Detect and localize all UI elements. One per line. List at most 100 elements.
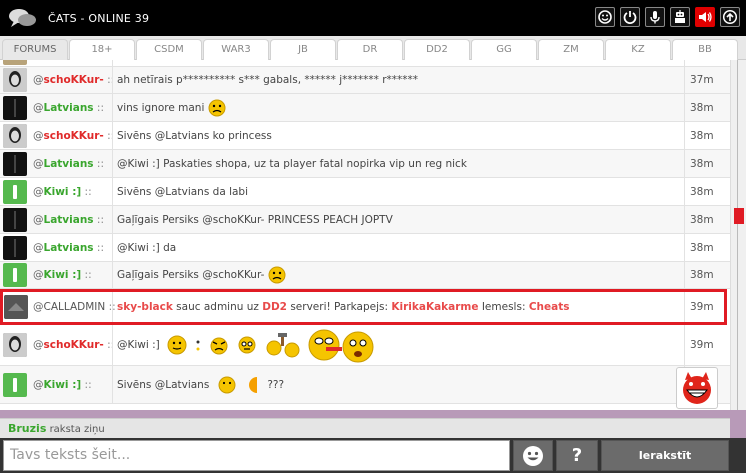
table-row: @Latvians :: @Kiwi :] Paskaties shopa, u… [0, 150, 730, 178]
scroll-thumb[interactable] [734, 208, 744, 224]
username: schoKKur- [43, 129, 104, 142]
avatar[interactable] [3, 263, 27, 287]
table-row: @Kiwi :] :: Sivēns @Latvians ??? [0, 366, 730, 404]
message-time: 39m [690, 301, 714, 313]
table-row: @Kiwi :] :: Gaļīgais Persiks @schoKKur- … [0, 262, 730, 289]
tab-kz[interactable]: KZ [605, 39, 671, 60]
avatar[interactable] [3, 179, 27, 204]
top-bar: ČATS - ONLINE 39 [0, 0, 746, 36]
avatar[interactable] [3, 123, 27, 148]
smiley-icon [523, 445, 543, 466]
username: Latvians [43, 213, 94, 226]
avatar[interactable] [3, 60, 27, 65]
tab-dd2[interactable]: DD2 [404, 39, 470, 60]
message-time: 38m [690, 185, 714, 198]
message-text: Sivēns @Latvians ko princess [117, 129, 272, 142]
help-button[interactable]: ? [556, 440, 598, 471]
message-text: sky-black sauc adminu uz DD2 serveri! Pa… [117, 301, 570, 313]
typing-indicator: Bruzis raksta ziņu [0, 418, 730, 438]
robot-icon[interactable] [670, 7, 690, 27]
volume-icon[interactable] [695, 7, 715, 27]
sad-smiley-icon [268, 266, 286, 284]
message-list[interactable]: @schoKKur- :: ah netīrais p********** s*… [0, 60, 730, 410]
laughing-smiley-icon [308, 329, 374, 363]
message-text: ah netīrais p********** s*** gabals, ***… [117, 74, 419, 86]
username: Latvians [43, 157, 94, 170]
input-bar: Tavs teksts šeit... ? Ierakstīt [0, 438, 746, 473]
message-time: 38m [690, 269, 714, 281]
typing-label: raksta ziņu [49, 424, 105, 435]
table-row [0, 60, 730, 67]
username: schoKKur- [43, 339, 104, 351]
username: schoKKur- [43, 74, 104, 86]
tab-jb[interactable]: JB [270, 39, 336, 60]
avatar[interactable] [4, 295, 28, 319]
dots-icon [196, 340, 200, 351]
message-text: @Kiwi :] da [117, 241, 177, 254]
sad-smiley-icon [208, 99, 226, 116]
chat-title: ČATS - ONLINE 39 [48, 11, 150, 25]
grumpy-smiley-icon [238, 336, 256, 354]
smiley-icon[interactable] [595, 7, 615, 27]
channel-tabs: FORUMS 18+ CSDM WAR3 JB DR DD2 GG ZM KZ … [0, 36, 746, 60]
message-text: vins ignore mani [117, 101, 205, 114]
table-row: @Latvians :: vins ignore mani 38m [0, 94, 730, 122]
power-icon[interactable] [620, 7, 640, 27]
message-input[interactable]: Tavs teksts šeit... [3, 440, 510, 471]
message-text: Gaļīgais Persiks @schoKKur- [117, 269, 265, 281]
avatar[interactable] [3, 372, 27, 397]
table-row: @Kiwi :] :: Sivēns @Latvians da labi 38m [0, 178, 730, 206]
message-text: Sivēns @Latvians da labi [117, 185, 249, 198]
chat-bubbles-icon [8, 6, 38, 30]
message-suffix: ??? [267, 378, 285, 391]
tab-gg[interactable]: GG [471, 39, 537, 60]
tab-bb[interactable]: BB [672, 39, 738, 60]
angry-smiley-icon [210, 337, 228, 355]
half-smiley-icon [249, 376, 258, 393]
username: CALLADMIN [43, 301, 106, 313]
message-time: 38m [690, 129, 714, 142]
message-scrollbar[interactable] [730, 60, 746, 410]
microphone-icon[interactable] [645, 7, 665, 27]
emoji-button[interactable] [513, 440, 553, 471]
username: Kiwi :] [43, 269, 82, 281]
message-time: 38m [690, 101, 714, 114]
avatar[interactable] [3, 68, 27, 92]
message-time: 38m [690, 157, 714, 170]
tab-forums[interactable]: FORUMS [2, 39, 68, 60]
message-text: @Kiwi :] [117, 339, 160, 351]
tab-csdm[interactable]: CSDM [136, 39, 202, 60]
avatar[interactable] [3, 207, 27, 232]
tab-18plus[interactable]: 18+ [69, 39, 135, 60]
message-text: Gaļīgais Persiks @schoKKur- PRINCESS PEA… [117, 213, 393, 226]
username: Kiwi :] [43, 378, 82, 391]
typing-user: Bruzis [8, 422, 47, 435]
devil-smiley-icon[interactable] [676, 367, 718, 409]
table-row: @Latvians :: Gaļīgais Persiks @schoKKur-… [0, 206, 730, 234]
message-time: 38m [690, 241, 714, 254]
tab-war3[interactable]: WAR3 [203, 39, 269, 60]
table-row: @Latvians :: @Kiwi :] da 38m [0, 234, 730, 262]
admin-call-row: @CALLADMIN :: sky-black sauc adminu uz D… [0, 289, 727, 325]
hammer-smiley-icon [266, 333, 300, 358]
message-text: Sivēns @Latvians [117, 378, 210, 391]
tab-dr[interactable]: DR [337, 39, 403, 60]
send-button[interactable]: Ierakstīt [601, 440, 729, 471]
username: Kiwi :] [43, 185, 82, 198]
avatar[interactable] [3, 151, 27, 176]
avatar[interactable] [3, 235, 27, 260]
table-row: @schoKKur- :: Sivēns @Latvians ko prince… [0, 122, 730, 150]
message-time: 37m [690, 74, 714, 86]
username: Latvians [43, 101, 94, 114]
upload-icon[interactable] [720, 7, 740, 27]
smiley-icon [218, 376, 236, 393]
smiley-icon [167, 335, 187, 355]
avatar[interactable] [3, 333, 27, 357]
message-text: @Kiwi :] Paskaties shopa, uz ta player f… [117, 157, 467, 170]
table-row: @schoKKur- :: @Kiwi :] 39m [0, 325, 730, 366]
message-time: 38m [690, 213, 714, 226]
table-row: @schoKKur- :: ah netīrais p********** s*… [0, 67, 730, 94]
message-time: 39m [690, 339, 714, 351]
avatar[interactable] [3, 95, 27, 120]
tab-zm[interactable]: ZM [538, 39, 604, 60]
